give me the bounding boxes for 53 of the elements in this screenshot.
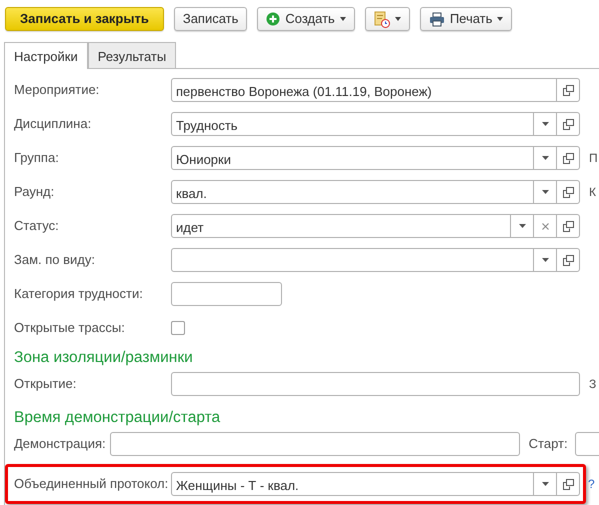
field-label: Демонстрация: — [14, 435, 106, 454]
open-icon — [562, 254, 574, 266]
field-label: Статус: — [14, 217, 60, 236]
field-label: Зам. по виду: — [14, 251, 96, 270]
open-icon — [562, 478, 574, 490]
open-icon — [562, 152, 574, 164]
caret-icon — [542, 482, 548, 486]
caret-icon — [542, 156, 548, 160]
field-label: З — [589, 376, 596, 393]
close-icon — [542, 222, 548, 230]
select-field[interactable]: Женщины - Т - квал. — [171, 472, 580, 496]
select-field[interactable]: Трудность — [171, 112, 580, 136]
help-link[interactable]: ? — [588, 475, 595, 493]
field-label: Мероприятие: — [14, 81, 100, 100]
field-label: Объединенный протокол: — [14, 475, 170, 494]
printer-icon — [428, 12, 445, 26]
open-icon — [562, 186, 574, 198]
caret-icon — [518, 224, 526, 228]
save-close-button[interactable]: Записать и закрыть — [5, 7, 164, 31]
report-button[interactable] — [364, 7, 410, 31]
input-field[interactable] — [110, 432, 520, 456]
tab[interactable]: Настройки — [4, 42, 88, 69]
select-field[interactable] — [171, 248, 580, 272]
section-heading: Время демонстрации/старта — [14, 408, 222, 428]
checkbox[interactable] — [171, 321, 185, 335]
document-clock-icon — [374, 10, 390, 28]
open-icon — [562, 84, 574, 96]
field-label: Старт: — [528, 435, 568, 454]
field-label: Открытые трассы: — [14, 319, 126, 338]
open-icon — [562, 220, 574, 232]
field-label: Раунд: — [14, 183, 56, 202]
field-label: Группа: — [14, 149, 60, 168]
caret-icon — [542, 258, 548, 262]
select-field[interactable]: идет — [171, 214, 580, 238]
create-button[interactable]: Создать — [257, 7, 355, 31]
field-label: Открытие: — [14, 375, 78, 394]
add-icon — [266, 12, 280, 26]
caret-icon — [542, 122, 548, 126]
select-field[interactable] — [171, 372, 580, 396]
tab[interactable]: Результаты — [88, 42, 176, 68]
open-icon — [562, 118, 574, 130]
field-label: К — [589, 184, 596, 201]
print-button[interactable]: Печать — [420, 7, 512, 31]
select-field[interactable]: Юниорки — [171, 146, 580, 170]
select-field[interactable]: квал. — [171, 180, 580, 204]
select-field[interactable]: первенство Воронежа (01.11.19, Воронеж) — [171, 78, 580, 102]
field-label: Дисциплина: — [14, 115, 92, 134]
caret-icon — [542, 190, 548, 194]
field-label: П — [589, 150, 598, 167]
section-heading: Зона изоляции/разминки — [14, 348, 194, 368]
input-field[interactable] — [171, 282, 282, 306]
save-button[interactable]: Записать — [174, 7, 248, 31]
field-label: Категория трудности: — [14, 285, 144, 304]
